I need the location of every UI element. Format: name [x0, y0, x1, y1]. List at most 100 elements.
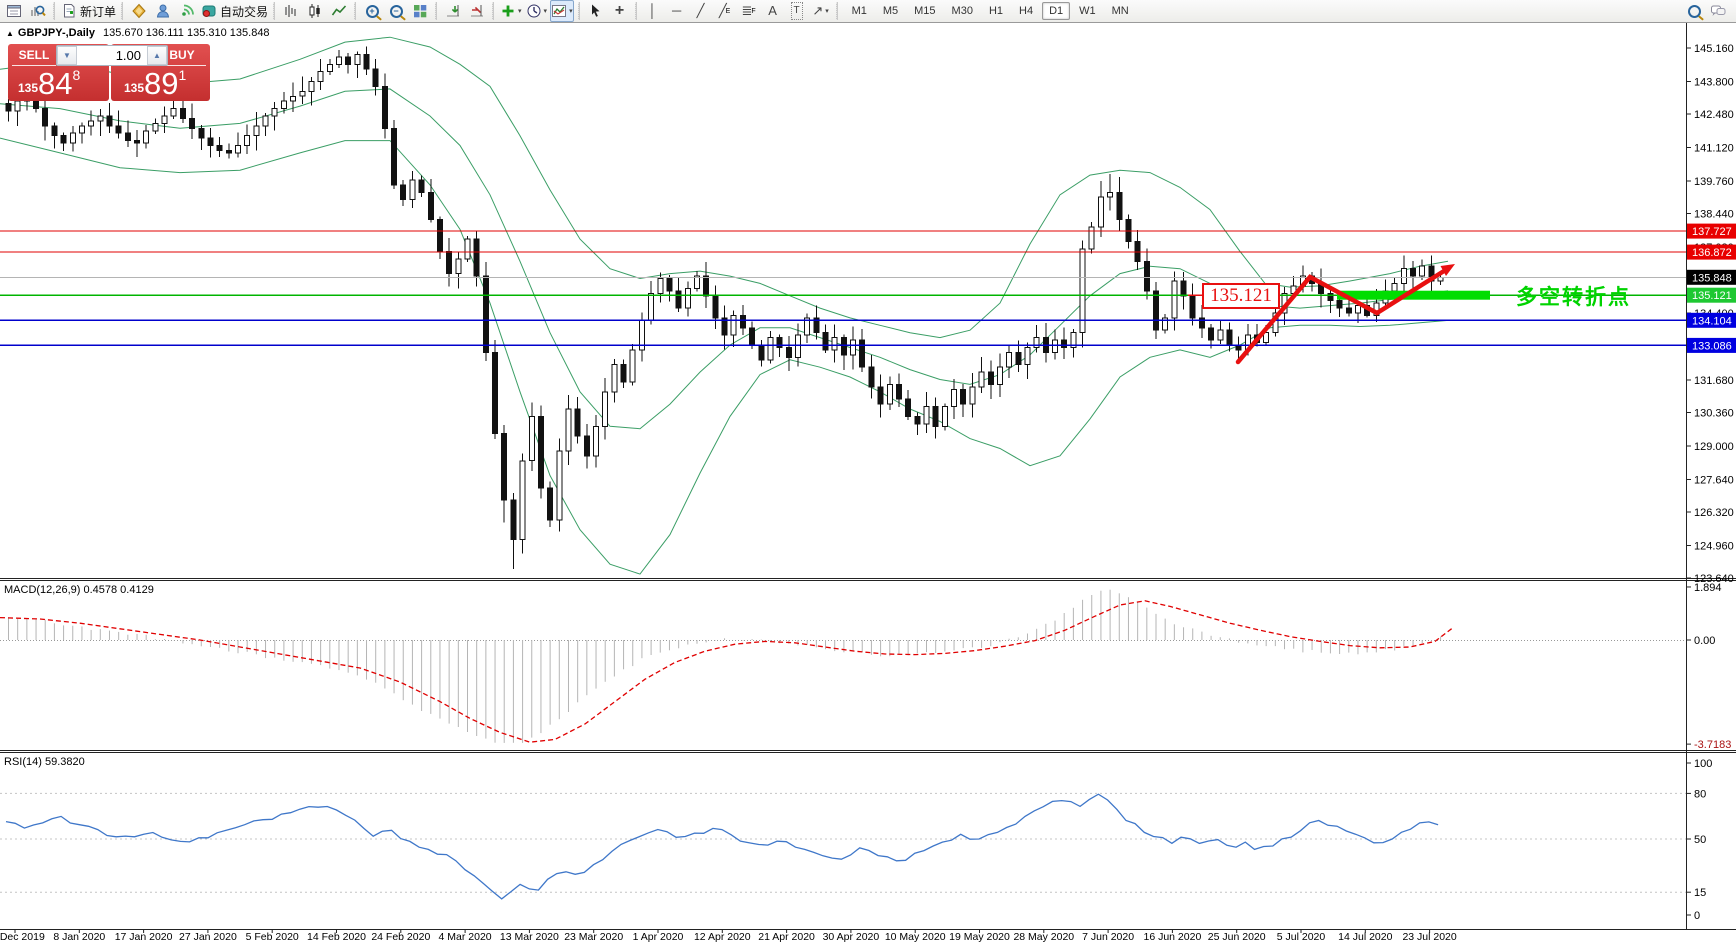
chat-icon[interactable]: [1707, 0, 1729, 22]
zoom-out-icon[interactable]: −: [385, 0, 407, 22]
chart-canvas[interactable]: 145.160143.800142.480141.120139.760138.4…: [0, 0, 1736, 943]
svg-text:126.320: 126.320: [1694, 507, 1734, 519]
timeframe-mn[interactable]: MN: [1105, 2, 1136, 20]
toolbar-separator: [53, 2, 55, 20]
trendline-tool-icon[interactable]: ╱: [690, 0, 712, 22]
ohlc-values: 135.670 136.111 135.310 135.848: [103, 27, 270, 39]
expert-advisors-icon[interactable]: [152, 0, 174, 22]
toolbar-separator: [121, 2, 123, 20]
svg-text:135.121: 135.121: [1692, 290, 1732, 302]
sell-price[interactable]: 135848: [18, 67, 80, 99]
svg-text:10 May 2020: 10 May 2020: [885, 931, 946, 943]
svg-text:145.160: 145.160: [1694, 43, 1734, 55]
charts-window-icon[interactable]: [3, 0, 25, 22]
one-click-collapse-icon[interactable]: ▲: [6, 29, 14, 38]
date-axis[interactable]: 30 Dec 20198 Jan 202017 Jan 202027 Jan 2…: [0, 929, 1457, 943]
timeframe-h1[interactable]: H1: [982, 2, 1010, 20]
svg-text:131.680: 131.680: [1694, 375, 1734, 387]
timeframe-w1[interactable]: W1: [1072, 2, 1103, 20]
zoom-in-icon[interactable]: +: [361, 0, 383, 22]
timeframe-m5[interactable]: M5: [876, 2, 905, 20]
bar-chart-mode-icon[interactable]: [280, 0, 302, 22]
svg-text:17 Jan 2020: 17 Jan 2020: [115, 931, 173, 943]
text-label-tool-icon[interactable]: T: [786, 0, 808, 22]
dropdown-caret-icon[interactable]: ▾: [569, 7, 573, 15]
arrows-tool-icon[interactable]: ↗▾: [810, 0, 832, 22]
svg-text:14 Jul 2020: 14 Jul 2020: [1338, 931, 1392, 943]
svg-text:4 Mar 2020: 4 Mar 2020: [439, 931, 492, 943]
auto-scroll-icon[interactable]: [442, 0, 464, 22]
toolbar-separator: [273, 2, 275, 20]
new-order-button[interactable]: 新订单: [60, 0, 117, 22]
svg-text:129.000: 129.000: [1694, 441, 1734, 453]
svg-text:135.848: 135.848: [1692, 272, 1732, 284]
svg-text:19 May 2020: 19 May 2020: [949, 931, 1010, 943]
svg-text:25 Jun 2020: 25 Jun 2020: [1208, 931, 1266, 943]
hline-tool-icon[interactable]: ─: [666, 0, 688, 22]
price-callout-box[interactable]: 135.121: [1202, 283, 1280, 309]
svg-text:14 Feb 2020: 14 Feb 2020: [307, 931, 366, 943]
signals-icon[interactable]: [176, 0, 198, 22]
toolbar-separator: [635, 2, 637, 20]
timeframe-d1[interactable]: D1: [1042, 2, 1070, 20]
text-tool-icon[interactable]: A: [762, 0, 784, 22]
volume-decrease-button[interactable]: ▼: [57, 46, 77, 65]
svg-text:142.480: 142.480: [1694, 109, 1734, 121]
svg-text:134.104: 134.104: [1692, 315, 1732, 327]
toolbar-separator: [578, 2, 580, 20]
volume-increase-button[interactable]: ▲: [147, 46, 167, 65]
volume-stepper[interactable]: ▼ 1.00 ▲: [56, 45, 168, 66]
svg-text:5 Jul 2020: 5 Jul 2020: [1277, 931, 1326, 943]
timeframe-h4[interactable]: H4: [1012, 2, 1040, 20]
dropdown-caret-icon[interactable]: ▾: [825, 7, 829, 15]
svg-text:28 May 2020: 28 May 2020: [1013, 931, 1074, 943]
svg-text:30 Apr 2020: 30 Apr 2020: [823, 931, 880, 943]
svg-text:21 Apr 2020: 21 Apr 2020: [758, 931, 815, 943]
macd-label: MACD(12,26,9) 0.4578 0.4129: [4, 584, 154, 596]
channel-tool-icon[interactable]: ╱E: [714, 0, 736, 22]
svg-text:-3.7183: -3.7183: [1694, 739, 1731, 751]
dropdown-caret-icon[interactable]: ▾: [544, 7, 548, 15]
buy-price[interactable]: 135891: [124, 67, 186, 99]
svg-text:130.360: 130.360: [1694, 407, 1734, 419]
svg-text:133.086: 133.086: [1692, 340, 1732, 352]
timeframe-m15[interactable]: M15: [907, 2, 942, 20]
svg-text:1.894: 1.894: [1694, 582, 1722, 594]
toolbar-separator: [435, 2, 437, 20]
svg-text:80: 80: [1694, 788, 1706, 800]
auto-trading-button[interactable]: 自动交易: [200, 0, 269, 22]
search-icon[interactable]: [1683, 0, 1705, 22]
svg-text:0.00: 0.00: [1694, 635, 1715, 647]
cursor-tool-icon[interactable]: [585, 0, 607, 22]
candle-chart-mode-icon[interactable]: [304, 0, 326, 22]
volume-value[interactable]: 1.00: [77, 46, 147, 65]
sell-button[interactable]: SELL: [12, 46, 56, 66]
turning-point-text[interactable]: 多空转折点: [1516, 281, 1631, 311]
one-click-trading-panel: SELL BUY ▼ 1.00 ▲ 135848 135891: [8, 44, 210, 101]
toolbar-separator: [492, 2, 494, 20]
metaquotes-community-icon[interactable]: [128, 0, 150, 22]
timeframe-m1[interactable]: M1: [845, 2, 874, 20]
crosshair-tool-icon[interactable]: +: [609, 0, 631, 22]
mt4-window: 新订单自动交易+−▾▾▾+│─╱╱E≣FAT↗▾M1M5M15M30H1H4D1…: [0, 0, 1736, 943]
dropdown-caret-icon[interactable]: ▾: [518, 7, 522, 15]
templates-icon[interactable]: ▾: [550, 0, 574, 22]
indicators-icon[interactable]: ▾: [499, 0, 523, 22]
svg-text:137.727: 137.727: [1692, 226, 1732, 238]
vline-tool-icon[interactable]: │: [642, 0, 664, 22]
window-zoom-icon[interactable]: [27, 0, 49, 22]
timeframe-m30[interactable]: M30: [945, 2, 980, 20]
svg-text:141.120: 141.120: [1694, 142, 1734, 154]
svg-text:50: 50: [1694, 834, 1706, 846]
rsi-label: RSI(14) 59.3820: [4, 756, 85, 768]
periods-icon[interactable]: ▾: [525, 0, 549, 22]
chart-shift-icon[interactable]: [466, 0, 488, 22]
tile-windows-icon[interactable]: [409, 0, 431, 22]
svg-text:23 Jul 2020: 23 Jul 2020: [1402, 931, 1456, 943]
line-chart-mode-icon[interactable]: [328, 0, 350, 22]
zoom-out-icon: −: [390, 5, 403, 18]
toolbar-separator: [836, 2, 838, 20]
svg-text:23 Mar 2020: 23 Mar 2020: [564, 931, 623, 943]
fibonacci-tool-icon[interactable]: ≣F: [738, 0, 760, 22]
svg-text:139.760: 139.760: [1694, 176, 1734, 188]
